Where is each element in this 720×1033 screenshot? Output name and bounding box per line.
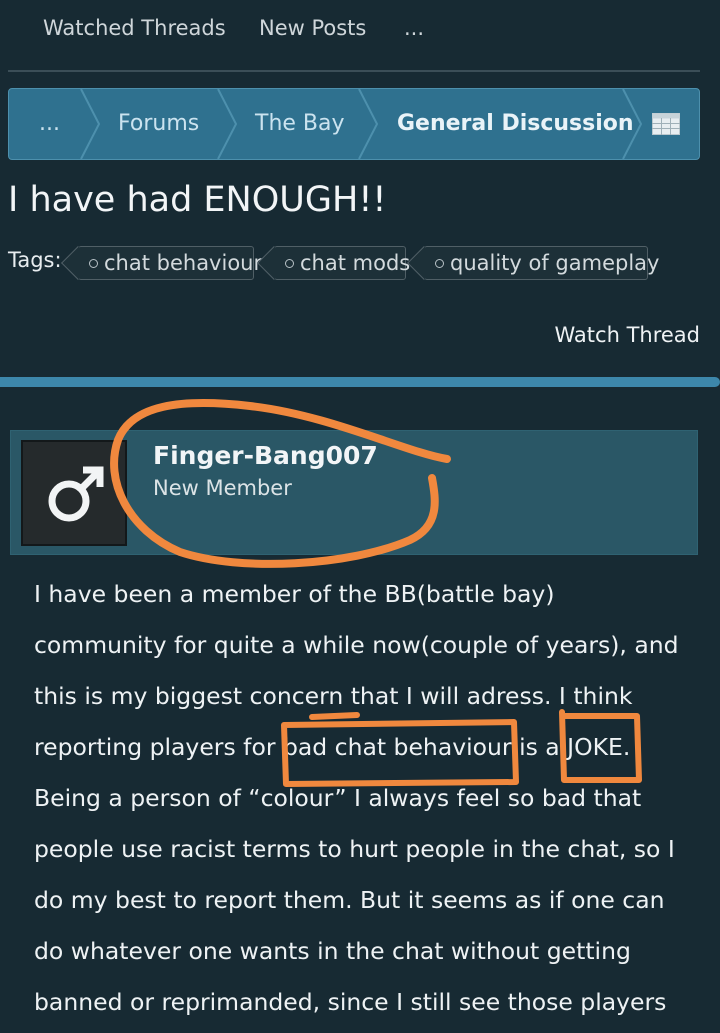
chevron-right-icon — [622, 89, 643, 159]
post-line: I have been a member of the BB(battle ba… — [34, 580, 555, 608]
post-line: banned or reprimanded, since I still see… — [34, 988, 667, 1016]
post-line: do whatever one wants in the chat withou… — [34, 937, 631, 965]
top-nav: Watched Threads New Posts ... — [0, 0, 720, 62]
chevron-right-icon — [217, 89, 238, 159]
nav-divider — [8, 70, 700, 72]
author-name[interactable]: Finger-Bang007 — [153, 441, 378, 470]
section-divider — [0, 377, 720, 387]
breadcrumb: ... Forums The Bay General Discussion — [8, 88, 700, 160]
chevron-right-icon — [358, 89, 379, 159]
post-body: I have been a member of the BB(battle ba… — [34, 569, 694, 1028]
male-symbol-icon — [48, 466, 104, 522]
author-role: New Member — [153, 476, 292, 500]
table-icon[interactable] — [652, 113, 680, 135]
watched-threads-link[interactable]: Watched Threads — [43, 16, 226, 40]
post-line: this is my biggest concern that I will a… — [34, 682, 633, 710]
tag-chat-behaviour[interactable]: chat behaviour — [61, 246, 262, 280]
tag-hole-icon — [89, 258, 98, 268]
post-line: do my best to report them. But it seems … — [34, 886, 665, 914]
tags-label: Tags: — [8, 248, 62, 272]
avatar[interactable] — [21, 440, 127, 546]
thread-title: I have had ENOUGH!! — [8, 180, 387, 220]
post-line: people use racist terms to hurt people i… — [34, 835, 675, 863]
tag-chat-mods[interactable]: chat mods — [257, 246, 410, 280]
post-line: community for quite a while now(couple o… — [34, 631, 679, 659]
post-line: Being a person of “colour” I always feel… — [34, 784, 642, 812]
breadcrumb-more[interactable]: ... — [39, 89, 60, 159]
tag-hole-icon — [285, 258, 294, 268]
breadcrumb-general-discussion[interactable]: General Discussion — [397, 89, 634, 159]
more-nav-link[interactable]: ... — [404, 16, 424, 40]
watch-thread-button[interactable]: Watch Thread — [555, 323, 700, 347]
breadcrumb-the-bay[interactable]: The Bay — [255, 89, 345, 159]
tag-hole-icon — [435, 258, 444, 268]
post-author-box: Finger-Bang007 New Member — [10, 430, 698, 555]
chevron-right-icon — [80, 89, 101, 159]
new-posts-link[interactable]: New Posts — [259, 16, 366, 40]
breadcrumb-forums[interactable]: Forums — [118, 89, 199, 159]
post-line: reporting players for bad chat behaviour… — [34, 733, 631, 761]
tag-quality-of-gameplay[interactable]: quality of gameplay — [407, 246, 659, 280]
